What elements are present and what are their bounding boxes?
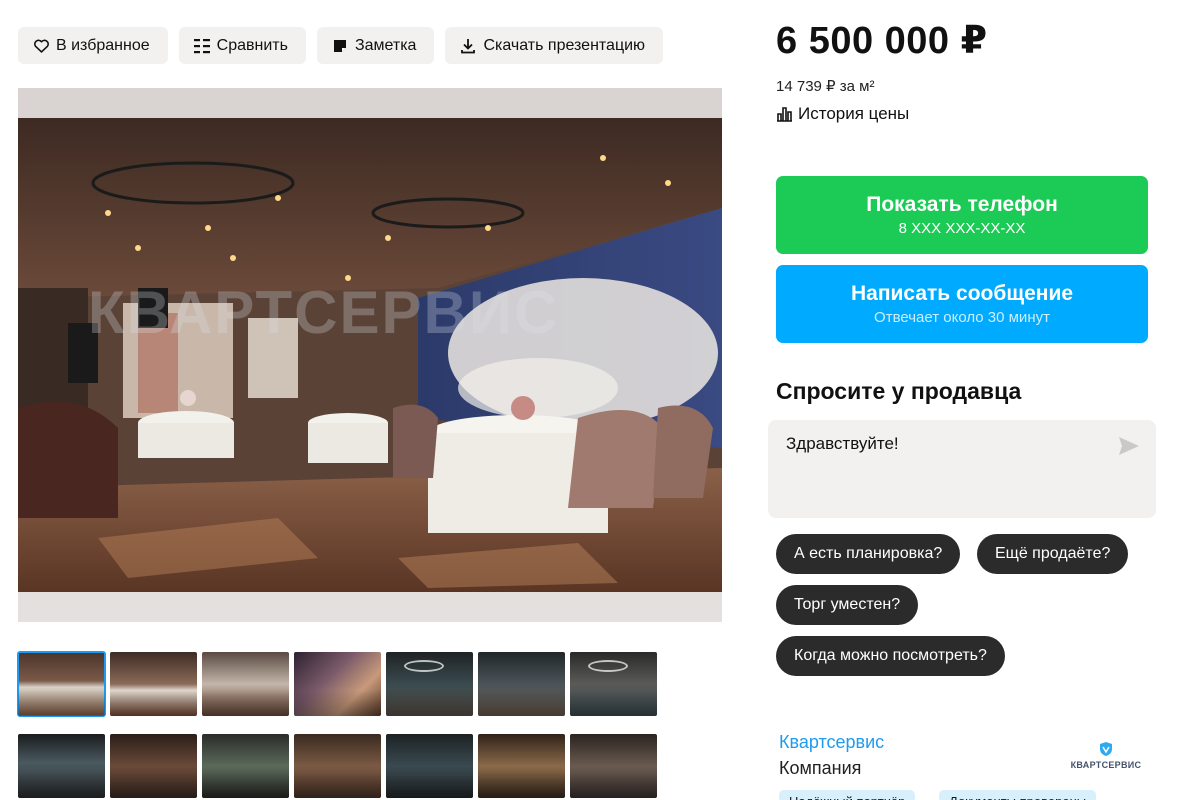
thumbnail[interactable] (478, 652, 565, 716)
thumbnail[interactable] (570, 734, 657, 798)
thumbnail[interactable] (202, 734, 289, 798)
shield-logo-icon (1100, 741, 1112, 756)
bar-chart-icon (776, 106, 793, 122)
lamp-ring (588, 660, 628, 672)
download-icon (459, 37, 477, 55)
thumbnail-strip (17, 651, 658, 717)
price-history-label: История цены (798, 104, 910, 123)
thumbnail[interactable] (386, 734, 473, 798)
write-message-button[interactable]: Написать сообщение Отвечает около 30 мин… (776, 265, 1148, 343)
thumbnail[interactable] (17, 651, 106, 717)
listing-price: 6 500 000 ₽ (776, 20, 988, 62)
download-presentation-button[interactable]: Скачать презентацию (445, 27, 664, 64)
quick-question-chip[interactable]: А есть планировка? (776, 534, 961, 574)
note-button[interactable]: Заметка (316, 27, 435, 64)
masked-phone-number: 8 XXX XXX-XX-XX (898, 220, 1026, 237)
thumbnail[interactable] (294, 734, 381, 798)
thumbnail-strip (18, 734, 658, 798)
thumbnail[interactable] (110, 734, 197, 798)
thumbnail[interactable] (570, 652, 657, 716)
compare-icon (193, 37, 211, 55)
write-message-label: Написать сообщение (850, 282, 1074, 305)
seller-badge: Надёжный партнёр (779, 790, 916, 800)
compare-button[interactable]: Сравнить (178, 27, 306, 64)
thumbnail[interactable] (18, 734, 105, 798)
thumbnail[interactable] (110, 652, 197, 716)
thumbnail[interactable] (386, 652, 473, 716)
add-to-favorites-button[interactable]: В избранное (18, 27, 168, 64)
thumbnail[interactable] (478, 734, 565, 798)
lamp-ring (404, 660, 444, 672)
logo-text: КВАРТСЕРВИС (1070, 759, 1142, 770)
favorites-label: В избранное (56, 36, 150, 54)
restaurant-interior-image (18, 88, 722, 622)
seller-logo[interactable]: КВАРТСЕРВИС (1063, 724, 1149, 786)
quick-question-chip[interactable]: Торг уместен? (776, 585, 919, 625)
thumbnail[interactable] (202, 652, 289, 716)
seller-badge: Документы проверены (939, 790, 1097, 800)
note-icon (331, 37, 349, 55)
quick-question-chip[interactable]: Когда можно посмотреть? (776, 636, 1005, 676)
message-input[interactable]: Здравствуйте! (768, 420, 1156, 518)
ask-seller-heading: Спросите у продавца (776, 378, 1022, 404)
price-history-link[interactable]: История цены (776, 104, 909, 124)
message-text: Здравствуйте! (786, 434, 899, 453)
quick-question-chip[interactable]: Ещё продаёте? (977, 534, 1129, 574)
listing-toolbar: В избранное Сравнить Заметка Скачать пре… (18, 27, 664, 64)
thumbnail[interactable] (294, 652, 381, 716)
show-phone-label: Показать телефон (866, 193, 1058, 216)
compare-label: Сравнить (216, 36, 288, 54)
heart-icon (32, 37, 50, 55)
seller-name-link[interactable]: Квартсервис (779, 732, 884, 753)
send-icon[interactable] (1118, 436, 1140, 461)
main-photo[interactable]: КВАРТСЕРВИС (18, 88, 722, 622)
show-phone-button[interactable]: Показать телефон 8 XXX XXX-XX-XX (776, 176, 1148, 254)
photo-watermark: КВАРТСЕРВИС (88, 279, 560, 346)
note-label: Заметка (354, 36, 417, 54)
price-per-square-meter: 14 739 ₽ за м² (776, 78, 875, 95)
download-label: Скачать презентацию (483, 36, 646, 54)
reply-time-note: Отвечает около 30 минут (874, 309, 1050, 326)
seller-type: Компания (779, 758, 862, 778)
